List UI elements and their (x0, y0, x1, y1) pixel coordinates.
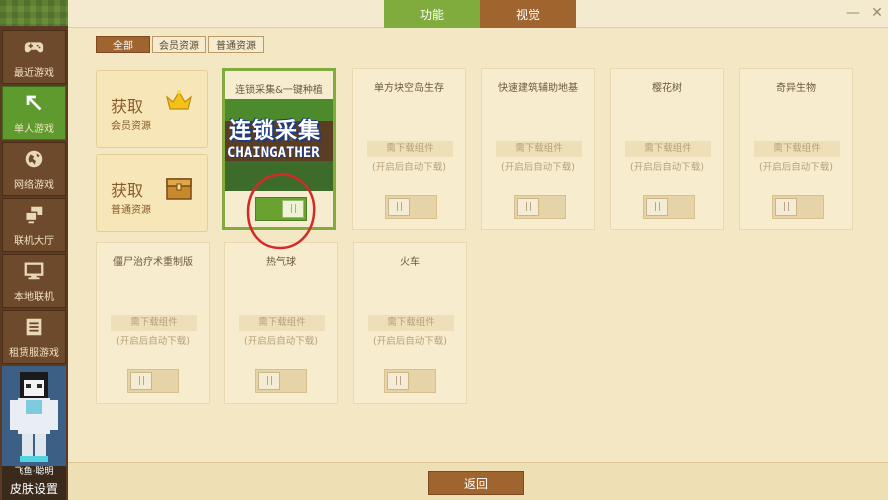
mod-toggle-on[interactable]: | | (255, 197, 307, 221)
download-required-label: 需下载组件 (367, 141, 453, 157)
gamepad-icon (24, 41, 44, 52)
auto-download-note: (开启后自动下载) (373, 336, 447, 347)
cover-title-en: CHAINGATHER (227, 145, 320, 161)
mod-title: 奇异生物 (776, 83, 816, 94)
toggle-knob: | | (282, 200, 304, 218)
filter-tab-all[interactable]: 全部 (96, 36, 150, 53)
sidebar-item-label: 本地联机 (14, 291, 54, 303)
mod-title: 热气球 (266, 257, 296, 268)
minimize-button[interactable]: — (844, 4, 862, 22)
mod-title: 快速建筑辅助地基 (498, 83, 578, 94)
mod-toggle[interactable]: | | (514, 195, 566, 219)
filter-tab-normal[interactable]: 普通资源 (208, 36, 264, 53)
mod-title: 樱花树 (652, 83, 682, 94)
sidebar-item-label: 单人游戏 (14, 123, 54, 135)
mod-toggle[interactable]: | | (384, 369, 436, 393)
toggle-knob: | | (258, 372, 280, 390)
sidebar-item-rental-server[interactable]: 租赁服游戏 (2, 310, 66, 364)
mod-card-chain-gather[interactable]: 连锁采集&一键种植 连锁采集 CHAINGATHER | | (222, 68, 336, 230)
sidebar-item-online-games[interactable]: 网络游戏 (2, 142, 66, 196)
toggle-knob: | | (387, 372, 409, 390)
mod-card[interactable]: 樱花树 需下载组件 (开启后自动下载) | | (610, 68, 724, 230)
toggle-knob: | | (388, 198, 410, 216)
tab-function[interactable]: 功能 (384, 0, 480, 28)
crown-icon (165, 90, 193, 110)
toggle-knob: | | (775, 198, 797, 216)
top-bar: 功能 视觉 — ✕ (68, 0, 888, 28)
sidebar-item-recent-games[interactable]: 最近游戏 (2, 30, 66, 84)
res-subtitle: 会员资源 (111, 121, 151, 132)
mod-title: 连锁采集&一键种植 (235, 85, 323, 96)
cover-title-cn: 连锁采集 (229, 119, 322, 144)
sidebar-item-label: 租赁服游戏 (9, 347, 59, 359)
multi-screen-icon (25, 206, 43, 223)
mod-toggle[interactable]: | | (127, 369, 179, 393)
mod-card[interactable]: 奇异生物 需下载组件 (开启后自动下载) | | (739, 68, 853, 230)
filter-tab-vip[interactable]: 会员资源 (152, 36, 206, 53)
mod-title: 单方块空岛生存 (374, 83, 444, 94)
download-required-label: 需下载组件 (496, 141, 582, 157)
mod-card[interactable]: 快速建筑辅助地基 需下载组件 (开启后自动下载) | | (481, 68, 595, 230)
cursor-arrow-icon (26, 95, 42, 110)
auto-download-note: (开启后自动下载) (759, 162, 833, 173)
mod-title: 火车 (400, 257, 420, 268)
sidebar-item-label: 最近游戏 (14, 67, 54, 79)
mod-card[interactable]: 僵尸治疗术重制版 需下载组件 (开启后自动下载) | | (96, 242, 210, 404)
auto-download-note: (开启后自动下载) (630, 162, 704, 173)
mod-card[interactable]: 火车 需下载组件 (开启后自动下载) | | (353, 242, 467, 404)
auto-download-note: (开启后自动下载) (501, 162, 575, 173)
get-normal-resources-card[interactable]: 获取 普通资源 (96, 154, 208, 232)
mod-toggle[interactable]: | | (772, 195, 824, 219)
skin-preview (2, 366, 66, 466)
sidebar-item-lobby[interactable]: 联机大厅 (2, 198, 66, 252)
download-required-label: 需下载组件 (625, 141, 711, 157)
toggle-knob: | | (517, 198, 539, 216)
mod-card[interactable]: 热气球 需下载组件 (开启后自动下载) | | (224, 242, 338, 404)
toggle-knob: | | (130, 372, 152, 390)
res-title: 获取 (111, 97, 144, 116)
download-required-label: 需下载组件 (368, 315, 454, 331)
avatar[interactable]: 飞鱼·聪明 皮肤设置 (2, 366, 66, 500)
mod-toggle[interactable]: | | (385, 195, 437, 219)
sidebar: 最近游戏 单人游戏 网络游戏 联机大厅 本地联机 租赁服游戏 飞鱼·聪明 皮肤设… (0, 0, 68, 500)
grass-block-logo (0, 0, 68, 26)
download-required-label: 需下载组件 (111, 315, 197, 331)
close-button[interactable]: ✕ (868, 4, 886, 22)
chest-icon (166, 178, 192, 200)
tab-visual[interactable]: 视觉 (480, 0, 576, 28)
sidebar-item-label: 网络游戏 (14, 179, 54, 191)
mod-cover-image: 连锁采集 CHAINGATHER (225, 99, 333, 191)
sidebar-item-label: 联机大厅 (14, 235, 54, 247)
monitor-icon (24, 262, 44, 279)
list-icon (26, 318, 42, 335)
download-required-label: 需下载组件 (239, 315, 325, 331)
auto-download-note: (开启后自动下载) (244, 336, 318, 347)
res-title: 获取 (111, 181, 144, 200)
mod-toggle[interactable]: | | (643, 195, 695, 219)
get-vip-resources-card[interactable]: 获取 会员资源 (96, 70, 208, 148)
back-button[interactable]: 返回 (428, 471, 524, 495)
sidebar-item-local-lan[interactable]: 本地联机 (2, 254, 66, 308)
toggle-knob: | | (646, 198, 668, 216)
globe-icon (25, 150, 43, 167)
auto-download-note: (开启后自动下载) (116, 336, 190, 347)
res-subtitle: 普通资源 (111, 205, 151, 216)
avatar-name: 飞鱼·聪明 (14, 467, 54, 477)
skin-settings-button[interactable]: 皮肤设置 (2, 480, 66, 500)
sidebar-item-single-player[interactable]: 单人游戏 (2, 86, 66, 140)
mod-title: 僵尸治疗术重制版 (113, 257, 193, 268)
auto-download-note: (开启后自动下载) (372, 162, 446, 173)
mod-toggle[interactable]: | | (255, 369, 307, 393)
bottom-bar: 返回 (68, 462, 888, 500)
download-required-label: 需下载组件 (754, 141, 840, 157)
mod-card[interactable]: 单方块空岛生存 需下载组件 (开启后自动下载) | | (352, 68, 466, 230)
